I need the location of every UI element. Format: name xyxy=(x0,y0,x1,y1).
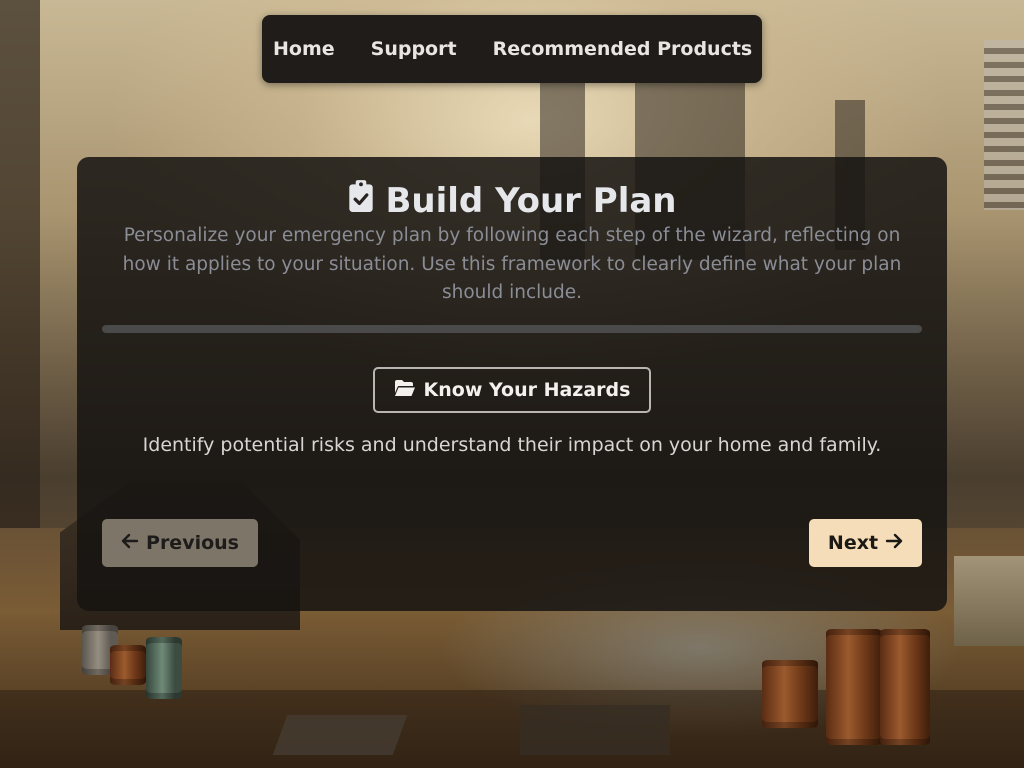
barrel xyxy=(110,645,146,685)
step-description: Identify potential risks and understand … xyxy=(142,434,882,456)
debris-cart xyxy=(520,705,670,755)
step-label: Know Your Hazards xyxy=(423,379,631,401)
wizard-progress-bar xyxy=(102,325,922,333)
nav-recommended-products-link[interactable]: Recommended Products xyxy=(493,38,753,60)
nav-support-link[interactable]: Support xyxy=(371,38,457,60)
clipboard-check-icon xyxy=(348,179,374,222)
arrow-right-icon xyxy=(885,532,903,554)
previous-button[interactable]: Previous xyxy=(102,519,258,567)
next-button[interactable]: Next xyxy=(809,519,922,567)
wizard-title-text: Build Your Plan xyxy=(385,180,677,221)
top-nav: Home Support Recommended Products xyxy=(262,15,762,83)
previous-button-label: Previous xyxy=(146,532,239,554)
barrel xyxy=(146,637,182,699)
next-button-label: Next xyxy=(827,532,879,554)
debris-pallet xyxy=(272,715,408,755)
barrel xyxy=(826,629,882,745)
abandoned-truck xyxy=(954,556,1024,646)
barrel xyxy=(762,660,818,728)
dead-tree xyxy=(0,0,40,560)
know-your-hazards-button[interactable]: Know Your Hazards xyxy=(373,367,651,413)
barrel xyxy=(880,629,930,745)
wizard-subtitle: Personalize your emergency plan by follo… xyxy=(122,225,902,303)
folder-open-icon xyxy=(394,379,416,402)
wizard-title: Build Your Plan xyxy=(0,179,1024,222)
arrow-left-icon xyxy=(121,532,139,554)
nav-home-link[interactable]: Home xyxy=(273,38,335,60)
